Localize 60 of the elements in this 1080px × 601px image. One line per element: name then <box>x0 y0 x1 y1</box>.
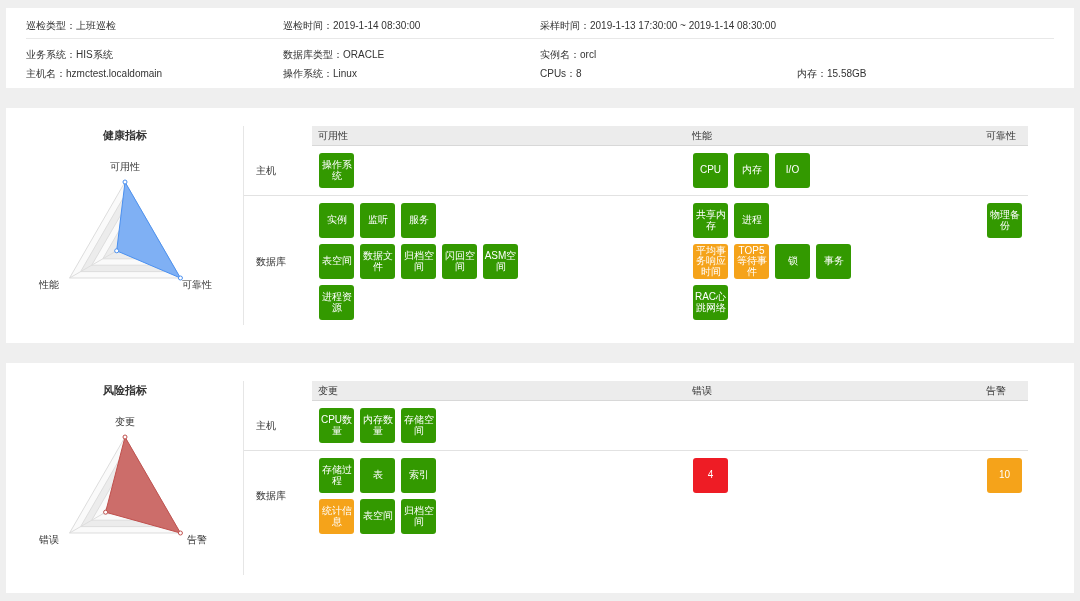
info-field: 业务系统：HIS系统 <box>26 47 283 62</box>
status-tile[interactable]: 监听 <box>360 203 395 238</box>
status-tile[interactable]: 10 <box>987 458 1022 493</box>
status-tile[interactable]: 进程资源 <box>319 285 354 320</box>
info-field: 采样时间：2019-1-13 17:30:00 ~ 2019-1-14 08:30:00 <box>540 19 797 33</box>
row-label: 数据库 <box>256 489 286 503</box>
panel-title: 风险指标 <box>102 383 147 398</box>
status-tile[interactable]: CPU数量 <box>319 408 354 443</box>
status-tile[interactable]: 表 <box>360 458 395 493</box>
axis-label: 变更 <box>114 416 135 427</box>
row-label: 主机 <box>256 163 276 178</box>
status-tile[interactable]: 表空间 <box>319 244 354 279</box>
column-header: 可靠性 <box>980 126 1028 146</box>
info-field: 数据库类型：ORACLE <box>283 47 540 62</box>
row-label: 数据库 <box>256 254 286 269</box>
status-tile[interactable]: 归档空间 <box>401 499 436 534</box>
info-field: 巡检时间：2019-1-14 08:30:00 <box>283 19 540 33</box>
info-field: 内存：15.58GB <box>797 66 1054 81</box>
status-tile[interactable]: 统计信息 <box>319 499 354 534</box>
status-tile[interactable]: 平均事务响应时间 <box>693 244 728 279</box>
status-tile[interactable]: ASM空间 <box>483 244 518 279</box>
status-tile[interactable]: 服务 <box>401 203 436 238</box>
status-tile[interactable]: 数据文件 <box>360 244 395 279</box>
axis-label: 性能 <box>38 279 59 290</box>
info-field: 主机名：hzmctest.localdomain <box>26 66 283 81</box>
column-header: 可用性 <box>312 126 686 146</box>
status-tile[interactable]: 闪回空间 <box>442 244 477 279</box>
info-field: 操作系统：Linux <box>283 66 540 81</box>
status-tile[interactable]: 4 <box>693 458 728 493</box>
status-tile[interactable]: 锁 <box>775 244 810 279</box>
status-tile[interactable]: 物理备份 <box>987 203 1022 238</box>
status-tile[interactable]: 索引 <box>401 458 436 493</box>
status-tile[interactable]: 事务 <box>816 244 851 279</box>
status-tile[interactable]: CPU <box>693 153 728 188</box>
row-label: 主机 <box>256 418 276 433</box>
status-tile[interactable]: 存储空间 <box>401 408 436 443</box>
status-tile[interactable]: 存储过程 <box>319 458 354 493</box>
column-header: 性能 <box>686 126 980 146</box>
column-header: 告警 <box>980 381 1028 401</box>
status-tile[interactable]: 内存 <box>734 153 769 188</box>
status-tile[interactable]: 表空间 <box>360 499 395 534</box>
axis-label: 告警 <box>186 534 207 545</box>
axis-label: 错误 <box>38 534 59 545</box>
status-tile[interactable]: 实例 <box>319 203 354 238</box>
status-tile[interactable]: 操作系统 <box>319 153 354 188</box>
status-tile[interactable]: 内存数量 <box>360 408 395 443</box>
status-tile[interactable]: 归档空间 <box>401 244 436 279</box>
info-field: CPUs：8 <box>540 66 797 81</box>
axis-label: 可靠性 <box>181 279 212 290</box>
info-field: 巡检类型：上班巡检 <box>26 19 283 33</box>
status-tile[interactable]: I/O <box>775 153 810 188</box>
status-tile[interactable]: 进程 <box>734 203 769 238</box>
column-header: 错误 <box>686 381 980 401</box>
column-header: 变更 <box>312 381 686 401</box>
axis-label: 可用性 <box>109 161 140 172</box>
status-tile[interactable]: RAC心跳网络 <box>693 285 728 320</box>
status-tile[interactable]: 共享内存 <box>693 203 728 238</box>
status-tile[interactable]: TOP5等待事件 <box>734 244 769 279</box>
panel-title: 健康指标 <box>102 128 147 143</box>
info-field: 实例名：orcl <box>540 47 797 62</box>
